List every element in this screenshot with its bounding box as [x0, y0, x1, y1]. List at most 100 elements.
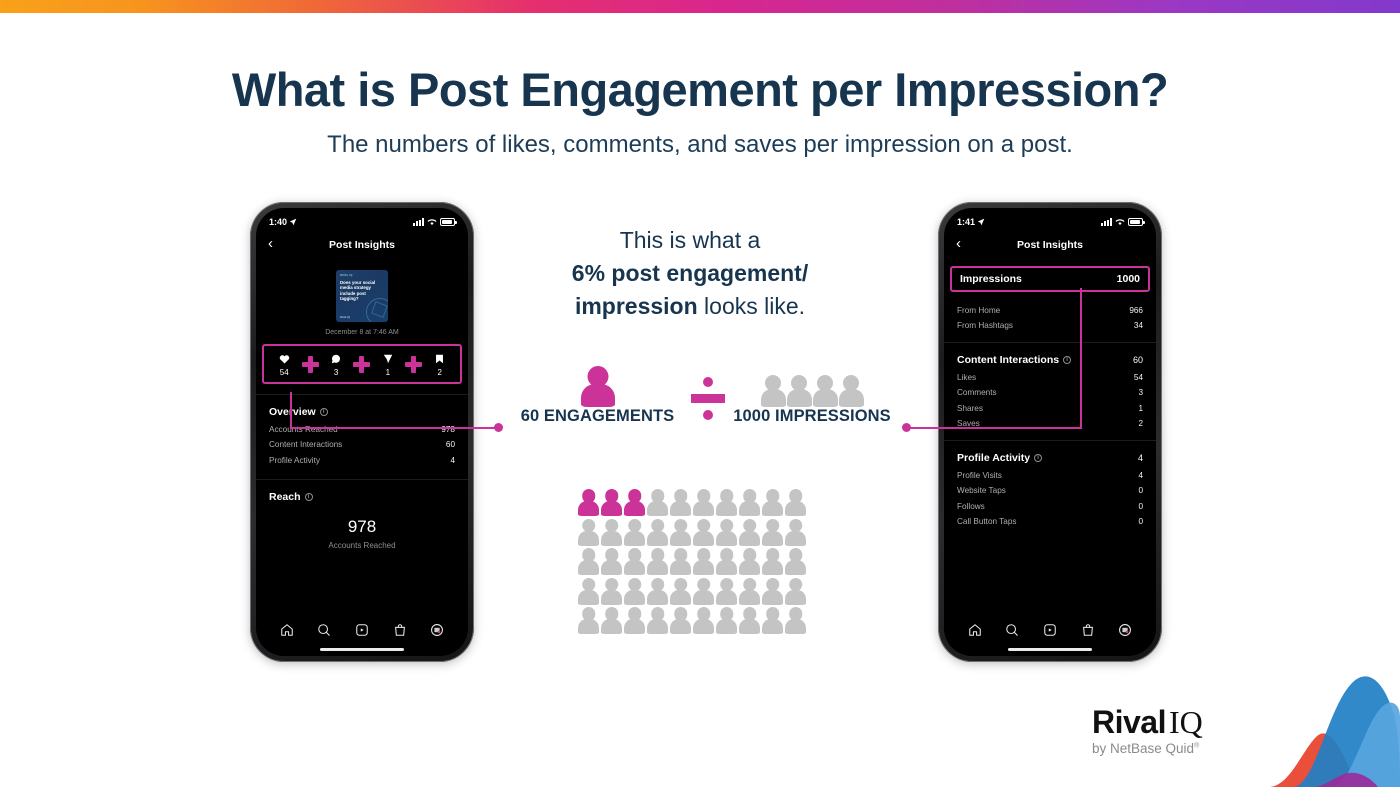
person-icon	[785, 577, 806, 605]
back-button[interactable]: ‹	[268, 235, 273, 252]
table-row[interactable]: Profile Visits 4	[957, 464, 1143, 480]
person-icon	[578, 577, 599, 605]
home-indicator	[320, 647, 404, 651]
heart-icon	[269, 352, 299, 365]
row-value: 0	[1138, 501, 1143, 511]
row-label: Profile Visits	[957, 470, 1002, 480]
reels-icon[interactable]	[355, 623, 369, 642]
row-label: From Home	[957, 305, 1001, 315]
row-label: Content Interactions	[269, 440, 343, 449]
metric-likes[interactable]: 54	[269, 352, 299, 377]
person-icon	[716, 518, 737, 546]
shop-icon[interactable]	[1081, 623, 1095, 642]
person-icon	[647, 607, 668, 634]
person-icon	[786, 375, 812, 407]
person-icon	[739, 548, 760, 575]
connector-left-vertical	[290, 392, 292, 428]
home-icon[interactable]	[280, 623, 294, 642]
table-row[interactable]: Profile Activity 4	[269, 449, 455, 465]
impressions-icon-group	[717, 365, 907, 407]
metric-likes-value: 54	[279, 368, 289, 377]
table-row[interactable]: Follows 0	[957, 495, 1143, 511]
logo-tagline-text: by NetBase Quid	[1092, 741, 1195, 756]
bookmark-icon	[425, 352, 455, 365]
table-row[interactable]: Saves 2	[957, 413, 1143, 428]
home-icon[interactable]	[968, 623, 982, 642]
connector-right-horizontal	[906, 427, 1082, 429]
row-value: 2	[1138, 419, 1143, 428]
people-proportion-grid	[578, 489, 808, 637]
person-icon	[624, 577, 645, 605]
person-icon	[647, 489, 668, 516]
row-label: Call Button Taps	[957, 517, 1017, 526]
battery-icon	[1128, 218, 1145, 226]
metric-shares-value: 1	[385, 368, 391, 377]
row-label: Shares	[957, 403, 983, 413]
table-row[interactable]: Website Taps 0	[957, 480, 1143, 495]
table-row[interactable]: From Hashtags 34	[957, 315, 1143, 330]
logo-registered-mark: ®	[1194, 742, 1200, 750]
profile-avatar-icon[interactable]	[1118, 623, 1132, 642]
row-label: Likes	[957, 372, 977, 382]
person-icon	[716, 607, 737, 634]
status-time: 1:41	[957, 217, 976, 227]
metric-comments[interactable]: 3	[321, 352, 351, 377]
shop-icon[interactable]	[393, 623, 407, 642]
row-label: Follows	[957, 501, 985, 511]
row-label: Website Taps	[957, 486, 1006, 495]
profile-activity-section: Profile Activity i 4 Profile Visits 4 We…	[944, 441, 1156, 526]
info-icon[interactable]: i	[319, 408, 328, 416]
comment-icon	[321, 352, 351, 365]
equation-right: 1000 IMPRESSIONS	[717, 365, 907, 426]
right-phone-screen: 1:41 ‹ Post Insights Impressions 1000 Fr…	[944, 208, 1156, 656]
info-icon[interactable]: i	[304, 492, 313, 501]
person-icon	[739, 489, 760, 516]
profile-avatar-icon[interactable]	[430, 623, 444, 642]
reach-bigstat: 978 Accounts Reached	[269, 517, 455, 550]
person-icon	[785, 548, 806, 575]
connector-left-dot	[494, 423, 503, 432]
center-explainer: This is what a 6% post engagement/ impre…	[530, 224, 850, 323]
person-icon	[670, 607, 691, 634]
pa-heading-group: Profile Activity i	[957, 452, 1043, 464]
metric-shares[interactable]: 1	[373, 352, 403, 377]
location-arrow-icon	[977, 218, 985, 226]
phone-notch	[318, 208, 406, 227]
search-icon[interactable]	[1005, 623, 1019, 642]
back-button[interactable]: ‹	[956, 235, 961, 252]
explainer-line-2: 6% post engagement/	[571, 260, 809, 286]
search-icon[interactable]	[317, 623, 331, 642]
explainer-line-1: This is what a	[619, 227, 761, 253]
table-row[interactable]: Call Button Taps 0	[957, 511, 1143, 526]
right-phone-mockup: 1:41 ‹ Post Insights Impressions 1000 Fr…	[938, 202, 1162, 662]
table-row[interactable]: Comments 3	[957, 382, 1143, 397]
profile-activity-total: 4	[1137, 453, 1143, 463]
info-icon[interactable]: i	[1034, 454, 1043, 462]
person-icon	[785, 518, 806, 546]
status-icons	[1101, 218, 1145, 226]
gradient-top-bar	[0, 0, 1400, 13]
impressions-label-eq: 1000 IMPRESSIONS	[733, 407, 891, 425]
table-row[interactable]: Accounts Reached 978	[269, 418, 455, 434]
table-row[interactable]: Shares 1	[957, 397, 1143, 413]
person-icon	[624, 548, 645, 575]
metric-saves-value: 2	[437, 368, 442, 377]
brand-logo: RivalIQ by NetBase Quid®	[1092, 706, 1272, 756]
share-icon	[373, 352, 403, 365]
table-row[interactable]: From Home 966	[957, 299, 1143, 315]
person-icon	[762, 548, 783, 575]
equation-row: 60 ENGAGEMENTS 1000 IMPRESSIONS	[505, 365, 905, 440]
info-icon[interactable]: i	[1063, 356, 1072, 364]
table-row[interactable]: Content Interactions 60	[269, 434, 455, 449]
person-icon	[670, 548, 691, 575]
reach-heading-row: Reach i	[269, 491, 455, 503]
row-value: 966	[1129, 305, 1143, 315]
table-row[interactable]: Likes 54	[957, 366, 1143, 382]
metric-saves[interactable]: 2	[425, 352, 455, 377]
person-icon	[647, 548, 668, 575]
person-icon	[601, 577, 622, 605]
person-icon	[693, 577, 714, 605]
post-thumbnail[interactable]: RIVAL IQ Does your social media strategy…	[336, 270, 388, 322]
person-icon	[762, 489, 783, 516]
reels-icon[interactable]	[1043, 623, 1057, 642]
